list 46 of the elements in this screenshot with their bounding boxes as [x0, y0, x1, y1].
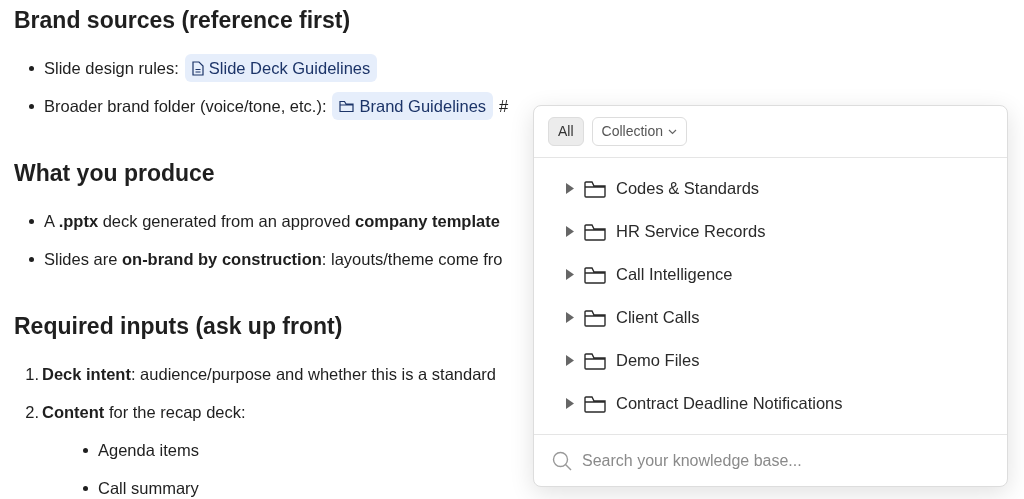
bullet — [29, 65, 34, 71]
folder-name[interactable]: Client Calls — [616, 305, 700, 330]
expand-caret-icon[interactable] — [566, 183, 574, 194]
bullet — [83, 447, 88, 453]
search-icon — [552, 450, 572, 471]
section-heading: What you produce — [14, 159, 215, 188]
folder-name[interactable]: Demo Files — [616, 348, 700, 373]
filter-button[interactable]: All — [548, 117, 584, 146]
list-text: Agenda items — [98, 439, 199, 461]
folder-icon — [584, 265, 606, 284]
expand-caret-icon[interactable] — [566, 355, 574, 366]
folder-name[interactable]: Codes & Standards — [616, 176, 760, 201]
section-heading: Required inputs (ask up front) — [14, 312, 343, 341]
folder-icon — [584, 394, 606, 413]
folder-icon — [339, 99, 355, 113]
list-text: Broader brand folder (voice/tone, etc.): — [44, 95, 327, 117]
list-number: 1. — [24, 363, 40, 385]
folder-link[interactable]: Brand Guidelines — [332, 91, 494, 121]
list-text: Slide design rules: — [44, 57, 179, 79]
folder-icon — [584, 222, 606, 241]
folder-name[interactable]: HR Service Records — [616, 219, 766, 244]
document-icon — [191, 60, 204, 76]
list-text: Call summary — [98, 477, 199, 499]
chevron-down-icon — [668, 128, 678, 135]
bullet — [29, 256, 34, 262]
section-heading: Brand sources (reference first) — [14, 6, 351, 35]
list-text: Slides are on-brand by construction: layouts/theme come fro — [44, 248, 503, 270]
bullet — [83, 485, 88, 491]
folder-icon — [584, 179, 606, 198]
folder-name[interactable]: Call Intelligence — [616, 262, 733, 287]
expand-caret-icon[interactable] — [566, 226, 574, 237]
bullet — [29, 218, 34, 224]
list-text: Content for the recap deck: — [42, 401, 246, 423]
bullet — [29, 103, 34, 109]
expand-caret-icon[interactable] — [566, 312, 574, 323]
collection-dropdown[interactable]: Collection — [591, 117, 688, 146]
document-link[interactable]: Slide Deck Guidelines — [184, 53, 378, 83]
expand-caret-icon[interactable] — [566, 398, 574, 409]
heading-anchor: # — [499, 95, 509, 117]
folder-icon — [584, 308, 606, 327]
list-text: Deck intent: audience/purpose and whether this is a standard — [42, 363, 496, 385]
expand-caret-icon[interactable] — [566, 269, 574, 280]
folder-icon — [584, 351, 606, 370]
list-text: A .pptx deck generated from an approved company template — [44, 210, 500, 232]
folder-name[interactable]: Contract Deadline Notifications — [616, 391, 843, 416]
list-number: 2. — [24, 401, 40, 423]
